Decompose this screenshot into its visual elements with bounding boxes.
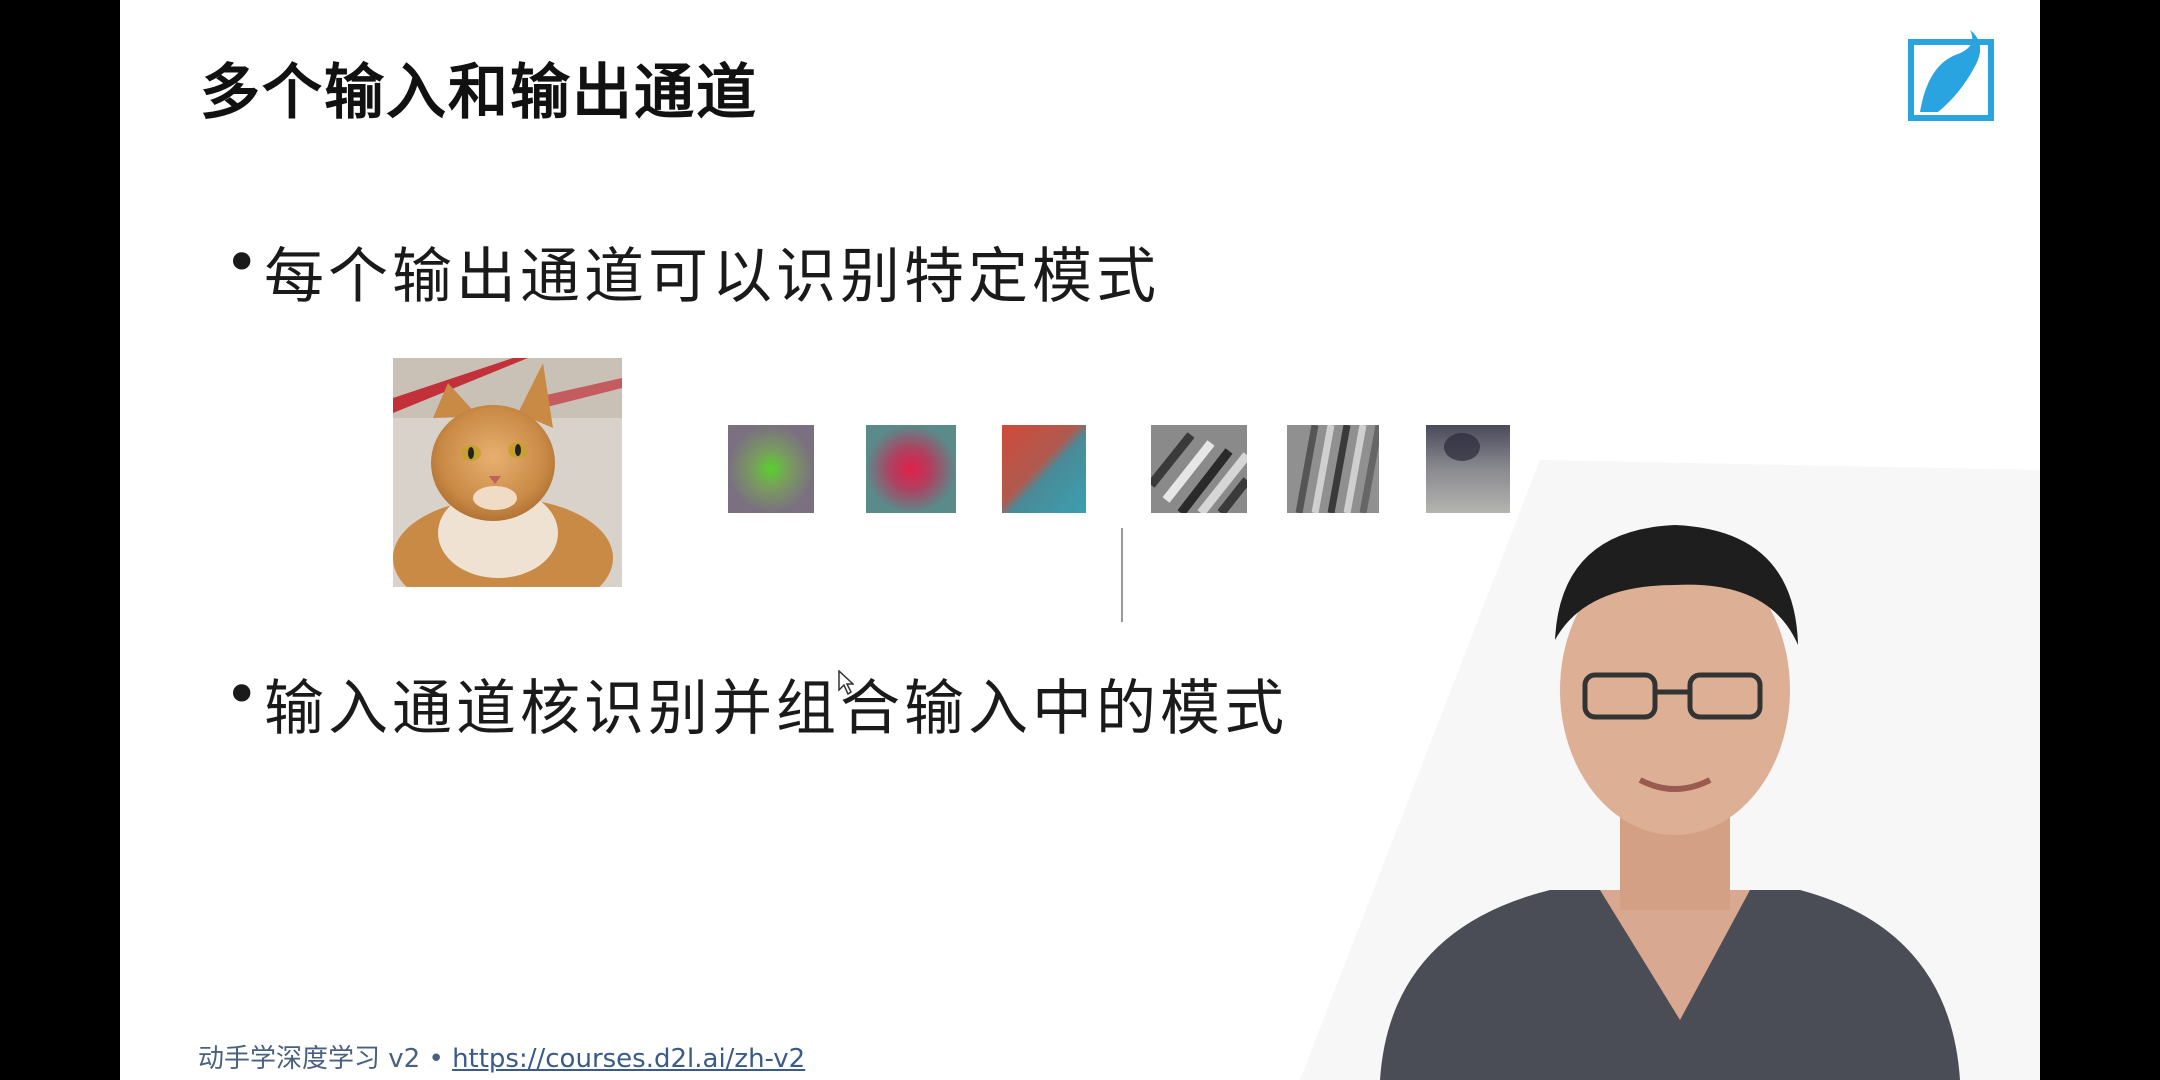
- presenter-video: [1300, 460, 2040, 1080]
- bullet-text: 输入通道核识别并组合输入中的模式: [264, 674, 1288, 744]
- footer: 动手学深度学习 v2 • https://courses.d2l.ai/zh-v…: [198, 1038, 805, 1075]
- filter-diagonal-stripes: [1151, 425, 1247, 513]
- bullet-marker: •: [224, 228, 264, 298]
- footer-link[interactable]: https://courses.d2l.ai/zh-v2: [452, 1044, 805, 1074]
- cat-photo: [393, 358, 622, 587]
- footer-text: 动手学深度学习 v2 •: [198, 1044, 453, 1074]
- filter-red-blob: [866, 425, 956, 513]
- bullet-marker: •: [224, 660, 264, 730]
- filter-green-blob: [728, 425, 814, 513]
- divider-line: [1121, 528, 1123, 622]
- bullet-text: 每个输出通道可以识别特定模式: [264, 242, 1160, 312]
- filter-red-teal-edge: [1002, 425, 1086, 513]
- slide-title: 多个输入和输出通道: [200, 58, 758, 128]
- slide: 多个输入和输出通道 • 每个输出通道可以识别特定模式 • 输入通道核识别并组合输…: [120, 0, 2040, 1080]
- mouse-cursor-icon: [838, 670, 854, 696]
- bilibili-logo-icon: [1908, 30, 1994, 121]
